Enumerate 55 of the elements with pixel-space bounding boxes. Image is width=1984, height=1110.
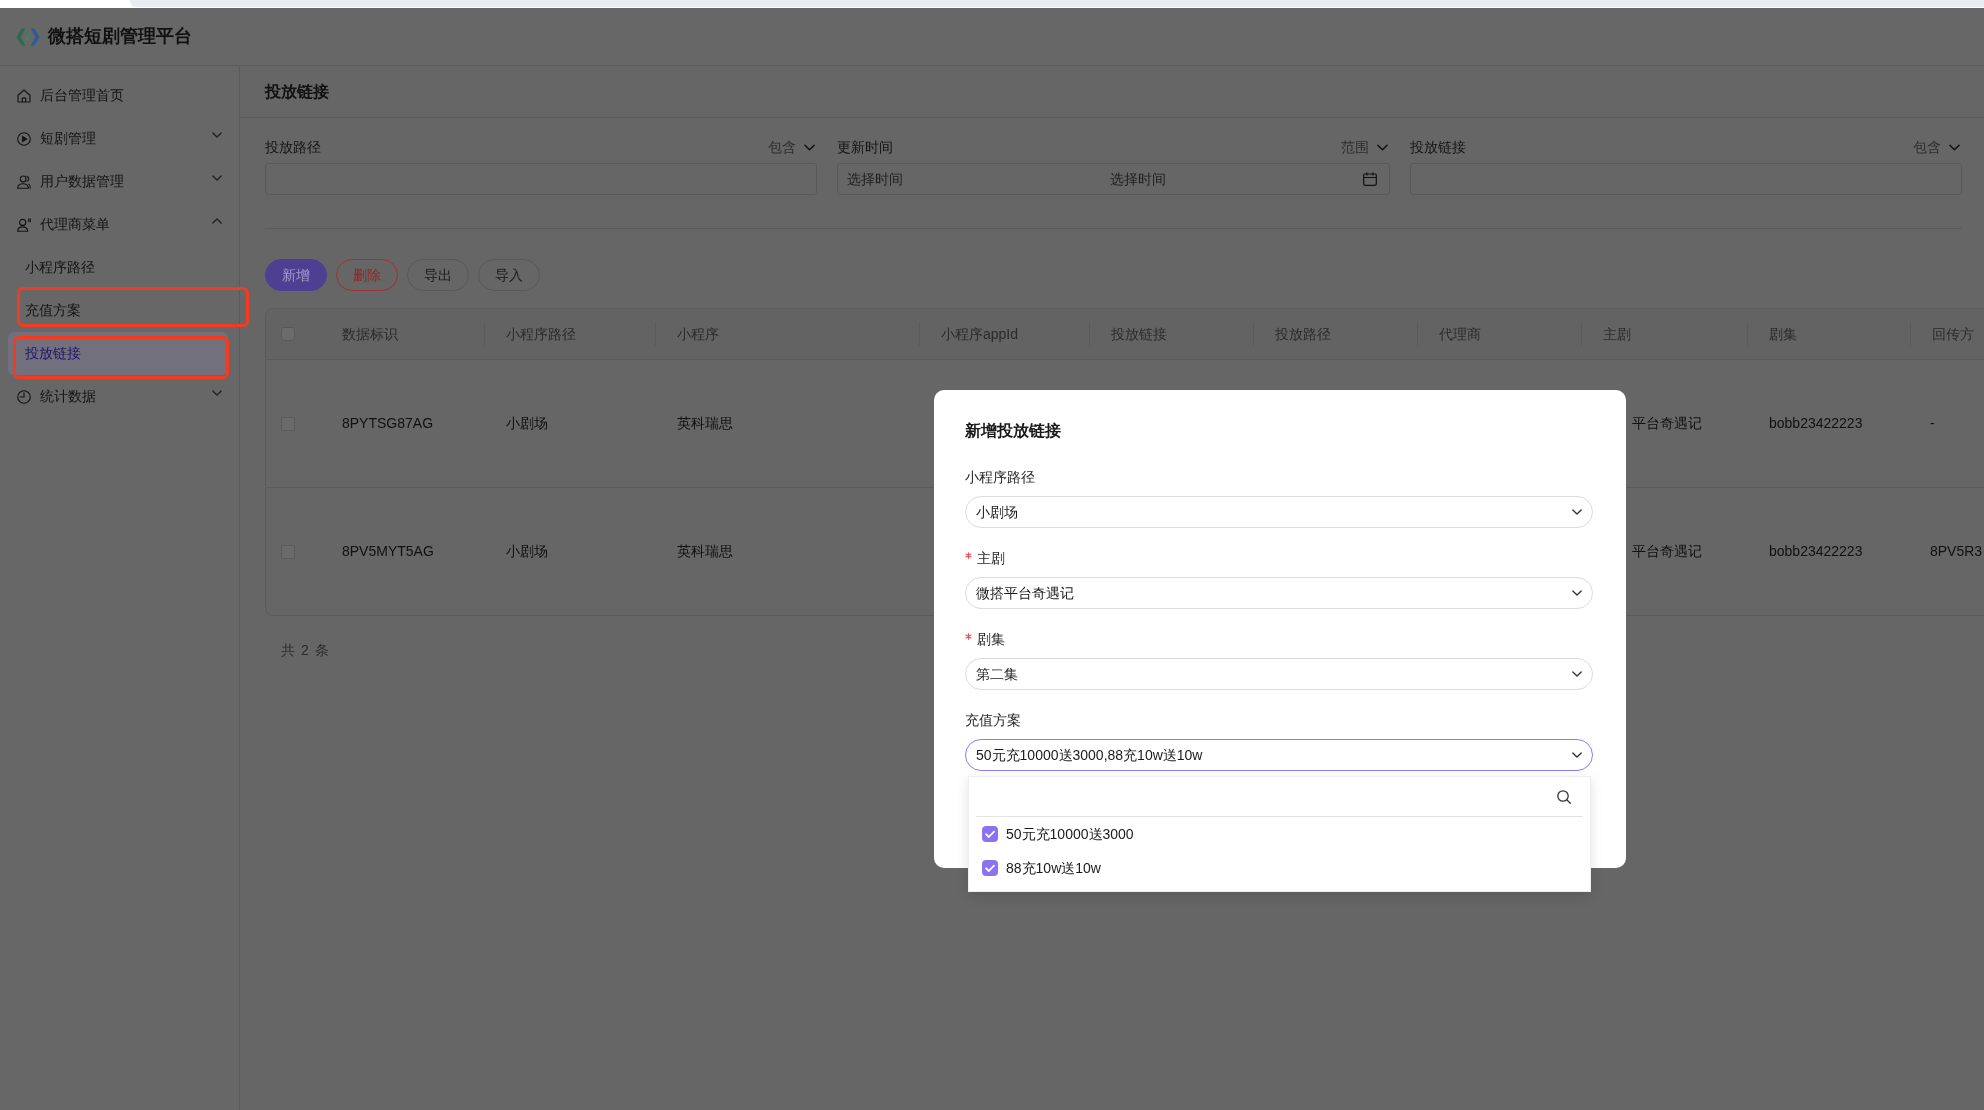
table-cell-text: 英科瑞思 [677,414,733,433]
table-cell-text: 8PV5MYT5AG [342,542,434,561]
table-cell-text: bobb23422223 [1769,414,1863,433]
filter-label: 投放链接 [1409,137,1466,157]
date-range-field[interactable]: 选择时间 选择时间 [837,163,1390,195]
date-input[interactable]: 选择时间 [847,168,1088,190]
chevron-down-icon [1572,590,1582,596]
table-cell-text: bobb23422223 [1769,542,1863,561]
submenu-item[interactable]: 投放链接 [8,332,228,375]
submenu-item[interactable]: 小程序路径 [8,246,228,289]
chevron-down-icon [1949,143,1960,151]
search-icon [1557,789,1571,804]
table-cell-text: 平台奇遇记 [1632,414,1702,433]
table-cell-text: 8PYTSG87AG [342,414,434,433]
play-circle-icon [17,131,31,146]
option-item[interactable]: 50元充10000送3000 [969,817,1590,851]
chevron-down-icon [1572,509,1582,515]
chevron-down-icon [804,143,816,151]
field-label: 小程序路径 [965,468,1035,486]
checkbox[interactable] [982,860,998,876]
chevron-down-icon [1572,671,1582,677]
table-cell-text: 小剧场 [506,542,548,561]
table-cell-text: 英科瑞思 [677,542,733,561]
table-cell-text: 平台奇遇记 [1632,542,1702,561]
menu-item[interactable]: 后台管理首页 [8,74,228,117]
table-cell-text: 小剧场 [506,414,548,433]
menu-item[interactable]: 代理商菜单 [8,203,228,246]
logo-icon [16,27,40,46]
page-title: 投放链接 [265,81,329,102]
toolbar-button[interactable]: 新增 [265,259,327,291]
user-icon [17,217,31,232]
home-icon [17,88,31,103]
field-label: 充值方案 [965,711,1021,729]
field-label: 剧集 [977,630,1005,648]
table-cell-text: 8PV5R3 [1930,542,1983,561]
dialog-title: 新增投放链接 [965,421,1062,441]
field-label: 主剧 [977,549,1005,567]
date-input[interactable]: 选择时间 [1110,168,1351,190]
chevron-down-icon [1572,752,1582,758]
clock-icon [17,389,31,404]
calendar-icon [1362,172,1377,186]
checkbox[interactable] [982,826,998,842]
menu-item[interactable]: 统计数据 [8,375,228,418]
chevron-down-icon [1376,143,1388,151]
menu-item[interactable]: 用户数据管理 [8,160,228,203]
filter-label: 更新时间 [837,137,894,157]
menu-item[interactable]: 短剧管理 [8,117,228,160]
table-cell-text: - [1930,414,1935,433]
submenu-item[interactable]: 充值方案 [8,289,228,332]
app-title: 微搭短剧管理平台 [48,25,192,48]
filter-label: 投放路径 [265,137,321,157]
option-item[interactable]: 88充10w送10w [969,851,1590,885]
users-icon [17,174,31,189]
operator-dropdown[interactable]: 包含 [768,136,818,158]
operator-dropdown[interactable]: 包含 [1913,136,1962,158]
